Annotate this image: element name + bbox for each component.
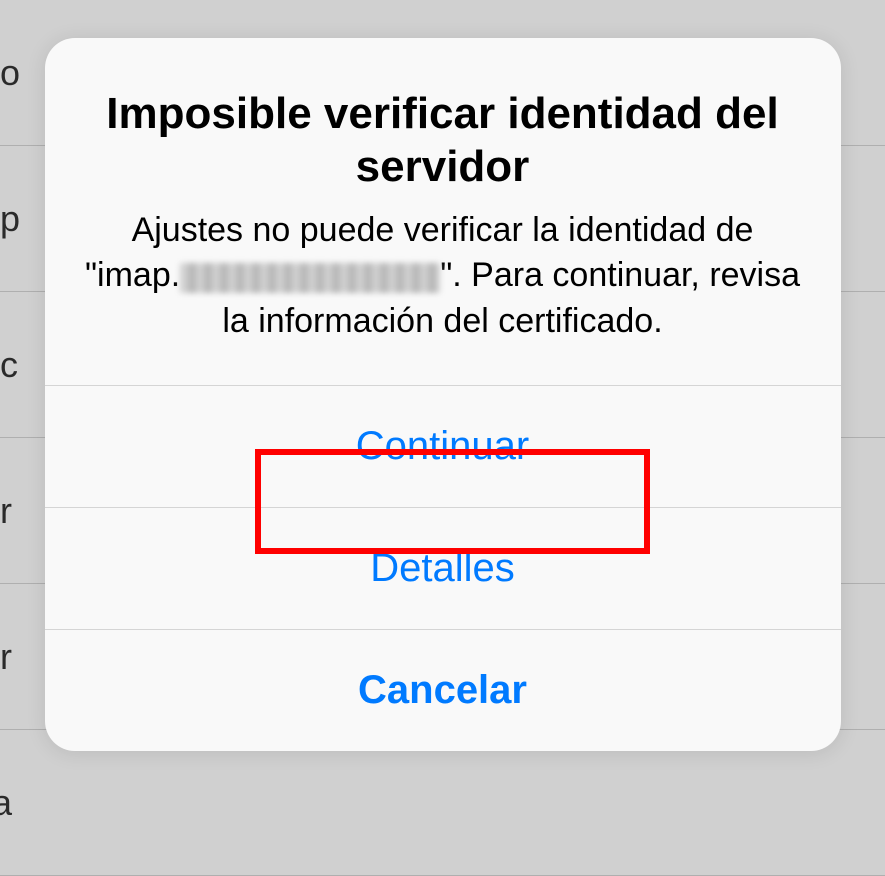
continue-button[interactable]: Continuar <box>45 385 841 507</box>
alert-message: Ajustes no puede verificar la identidad … <box>83 208 803 346</box>
modal-overlay: Imposible verificar identidad del servid… <box>0 0 885 876</box>
alert-title: Imposible verificar identidad del servid… <box>83 88 803 194</box>
redacted-server-name <box>180 263 440 293</box>
cancel-button[interactable]: Cancelar <box>45 629 841 751</box>
server-identity-alert: Imposible verificar identidad del servid… <box>45 38 841 751</box>
details-button[interactable]: Detalles <box>45 507 841 629</box>
alert-header: Imposible verificar identidad del servid… <box>45 38 841 385</box>
